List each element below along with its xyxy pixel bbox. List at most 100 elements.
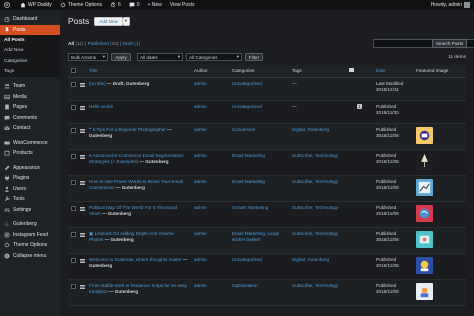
row-checkbox[interactable] xyxy=(71,104,76,110)
post-author-link[interactable]: admin xyxy=(194,257,207,262)
column-title[interactable]: Title xyxy=(86,65,191,78)
row-checkbox[interactable] xyxy=(71,81,76,87)
drag-handle-icon[interactable] xyxy=(80,206,85,211)
post-author-link[interactable]: admin xyxy=(194,127,207,132)
column-comments[interactable] xyxy=(346,65,373,78)
view-published[interactable]: Published (10) xyxy=(88,42,119,47)
select-all-checkbox[interactable] xyxy=(71,68,76,74)
sidebar-item-appearance[interactable]: Appearance xyxy=(0,163,60,174)
photographer-thumbnail[interactable] xyxy=(416,126,433,144)
wordpress-logo-icon[interactable]: W xyxy=(0,0,16,10)
drag-handle-icon[interactable] xyxy=(80,258,85,263)
drag-handle-icon[interactable] xyxy=(80,180,85,185)
row-checkbox[interactable] xyxy=(71,127,76,133)
post-author-link[interactable]: admin xyxy=(194,231,207,236)
row-checkbox[interactable] xyxy=(71,257,76,263)
post-categories[interactable]: Email Marketing, Large sticker basket xyxy=(232,231,279,242)
site-name-link[interactable]: WP Daddy xyxy=(16,0,56,10)
post-tags[interactable]: Subscribe, Technology xyxy=(292,179,338,184)
post-categories[interactable]: Uncategorized xyxy=(232,104,262,109)
add-new-button[interactable]: Add New xyxy=(94,16,123,26)
comments-link[interactable]: 0 xyxy=(125,0,144,10)
sidebar-item-collapse-menu[interactable]: Collapse menu xyxy=(0,251,60,262)
post-tags[interactable]: Subscribe, Technology xyxy=(292,231,338,236)
drag-handle-icon[interactable] xyxy=(80,82,85,87)
sidebar-item-users[interactable]: Users xyxy=(0,184,60,195)
sidebar-item-gutenberg[interactable]: G Gutenberg xyxy=(0,219,60,230)
post-author-link[interactable]: admin xyxy=(194,179,207,184)
row-checkbox[interactable] xyxy=(71,283,76,289)
post-categories[interactable]: Conversion xyxy=(232,127,255,132)
search-posts-button[interactable]: Search Posts xyxy=(432,39,467,48)
post-author-link[interactable]: admin xyxy=(194,205,207,210)
freelance-thumbnail[interactable] xyxy=(416,282,433,300)
chart-thumbnail[interactable] xyxy=(416,178,433,196)
post-title-link[interactable]: 9 Advanced E-Commerce Email Segmentation… xyxy=(89,153,184,164)
post-tags[interactable]: Subscribe, Technology xyxy=(292,205,338,210)
post-author-link[interactable]: admin xyxy=(194,104,207,109)
column-date[interactable]: Date xyxy=(373,65,413,78)
row-checkbox[interactable] xyxy=(71,179,76,185)
drag-handle-icon[interactable] xyxy=(80,232,85,237)
sidebar-item-theme-options[interactable]: Theme Options xyxy=(0,240,60,251)
date-filter-select[interactable]: All dates ▾ xyxy=(137,53,183,61)
post-categories[interactable]: Uncategorized xyxy=(232,257,262,262)
post-categories[interactable]: Email Marketing xyxy=(232,179,265,184)
account-menu[interactable]: Howdy, admin xyxy=(427,0,474,10)
depth-thumbnail[interactable] xyxy=(416,230,433,248)
submenu-item-add-new[interactable]: Add New xyxy=(0,46,60,57)
post-title-link[interactable]: From stable work to freelance: 8 tips fo… xyxy=(89,283,187,294)
submenu-item-categories[interactable]: Categories xyxy=(0,56,60,67)
post-categories[interactable]: Uncategorized xyxy=(232,81,262,86)
submenu-item-all-posts[interactable]: All Posts xyxy=(0,35,60,46)
post-tags[interactable]: Subscribe, Technology xyxy=(292,283,338,288)
welcome-thumbnail[interactable] xyxy=(416,256,433,274)
sidebar-item-media[interactable]: Media xyxy=(0,92,60,103)
comment-count-badge[interactable]: 1 xyxy=(356,103,363,109)
sidebar-item-posts[interactable]: Posts xyxy=(0,24,60,35)
sidebar-item-tools[interactable]: Tools xyxy=(0,194,60,205)
row-checkbox[interactable] xyxy=(71,153,76,159)
lamp-thumbnail[interactable] xyxy=(416,152,433,170)
apply-button[interactable]: Apply xyxy=(111,53,131,61)
theme-options-link[interactable]: Theme Options xyxy=(56,0,106,10)
post-author-link[interactable]: admin xyxy=(194,283,207,288)
sidebar-item-comments[interactable]: Comments xyxy=(0,113,60,124)
post-title-link[interactable]: Hello world! xyxy=(89,104,113,109)
post-tags[interactable]: Digital, Gutenberg xyxy=(292,127,329,132)
map-thumbnail[interactable] xyxy=(416,204,433,222)
view-all[interactable]: All (11) xyxy=(68,42,84,47)
view-draft[interactable]: Draft (1) xyxy=(122,42,140,47)
post-author-link[interactable]: admin xyxy=(194,153,207,158)
sidebar-item-dashboard[interactable]: Dashboard xyxy=(0,14,60,25)
post-title-link[interactable]: ❝ 6 Tips For a Beginner Photographer xyxy=(89,127,166,132)
row-checkbox[interactable] xyxy=(71,231,76,237)
sidebar-item-products[interactable]: Products xyxy=(0,148,60,159)
row-checkbox[interactable] xyxy=(71,205,76,211)
add-new-dropdown[interactable]: ▾ xyxy=(122,16,130,26)
sidebar-item-team[interactable]: Team xyxy=(0,81,60,92)
post-tags[interactable]: Subscribe, Technology xyxy=(292,153,338,158)
sidebar-item-woocommerce[interactable]: WooCommerce xyxy=(0,138,60,149)
post-title-link[interactable]: Welcome to Gutenote, where thoughts matt… xyxy=(89,257,182,262)
bulk-actions-select[interactable]: Bulk Actions ▾ xyxy=(68,53,108,61)
sidebar-item-plugins[interactable]: Plugins xyxy=(0,173,60,184)
drag-handle-icon[interactable] xyxy=(80,284,85,289)
category-filter-select[interactable]: All Categories ▾ xyxy=(186,53,242,61)
sidebar-item-pages[interactable]: Pages xyxy=(0,102,60,113)
drag-handle-icon[interactable] xyxy=(80,105,85,110)
sidebar-item-instagram-feed[interactable]: Instagram Feed xyxy=(0,230,60,241)
updates-link[interactable]: 6 xyxy=(106,0,125,10)
view-posts-link[interactable]: View Posts xyxy=(166,0,199,10)
post-categories[interactable]: Growth Marketing xyxy=(232,205,268,210)
drag-handle-icon[interactable] xyxy=(80,128,85,133)
post-author-link[interactable]: admin xyxy=(194,81,207,86)
post-categories[interactable]: Optimization xyxy=(232,283,258,288)
post-title-link[interactable]: (no title) xyxy=(89,81,106,86)
post-tags[interactable]: Digital, Gutenberg xyxy=(292,257,329,262)
new-content-link[interactable]: + New xyxy=(144,0,166,10)
submenu-item-tags[interactable]: Tags xyxy=(0,67,60,78)
sidebar-item-contact[interactable]: Contact xyxy=(0,123,60,134)
sidebar-item-settings[interactable]: Settings xyxy=(0,205,60,216)
drag-handle-icon[interactable] xyxy=(80,154,85,159)
